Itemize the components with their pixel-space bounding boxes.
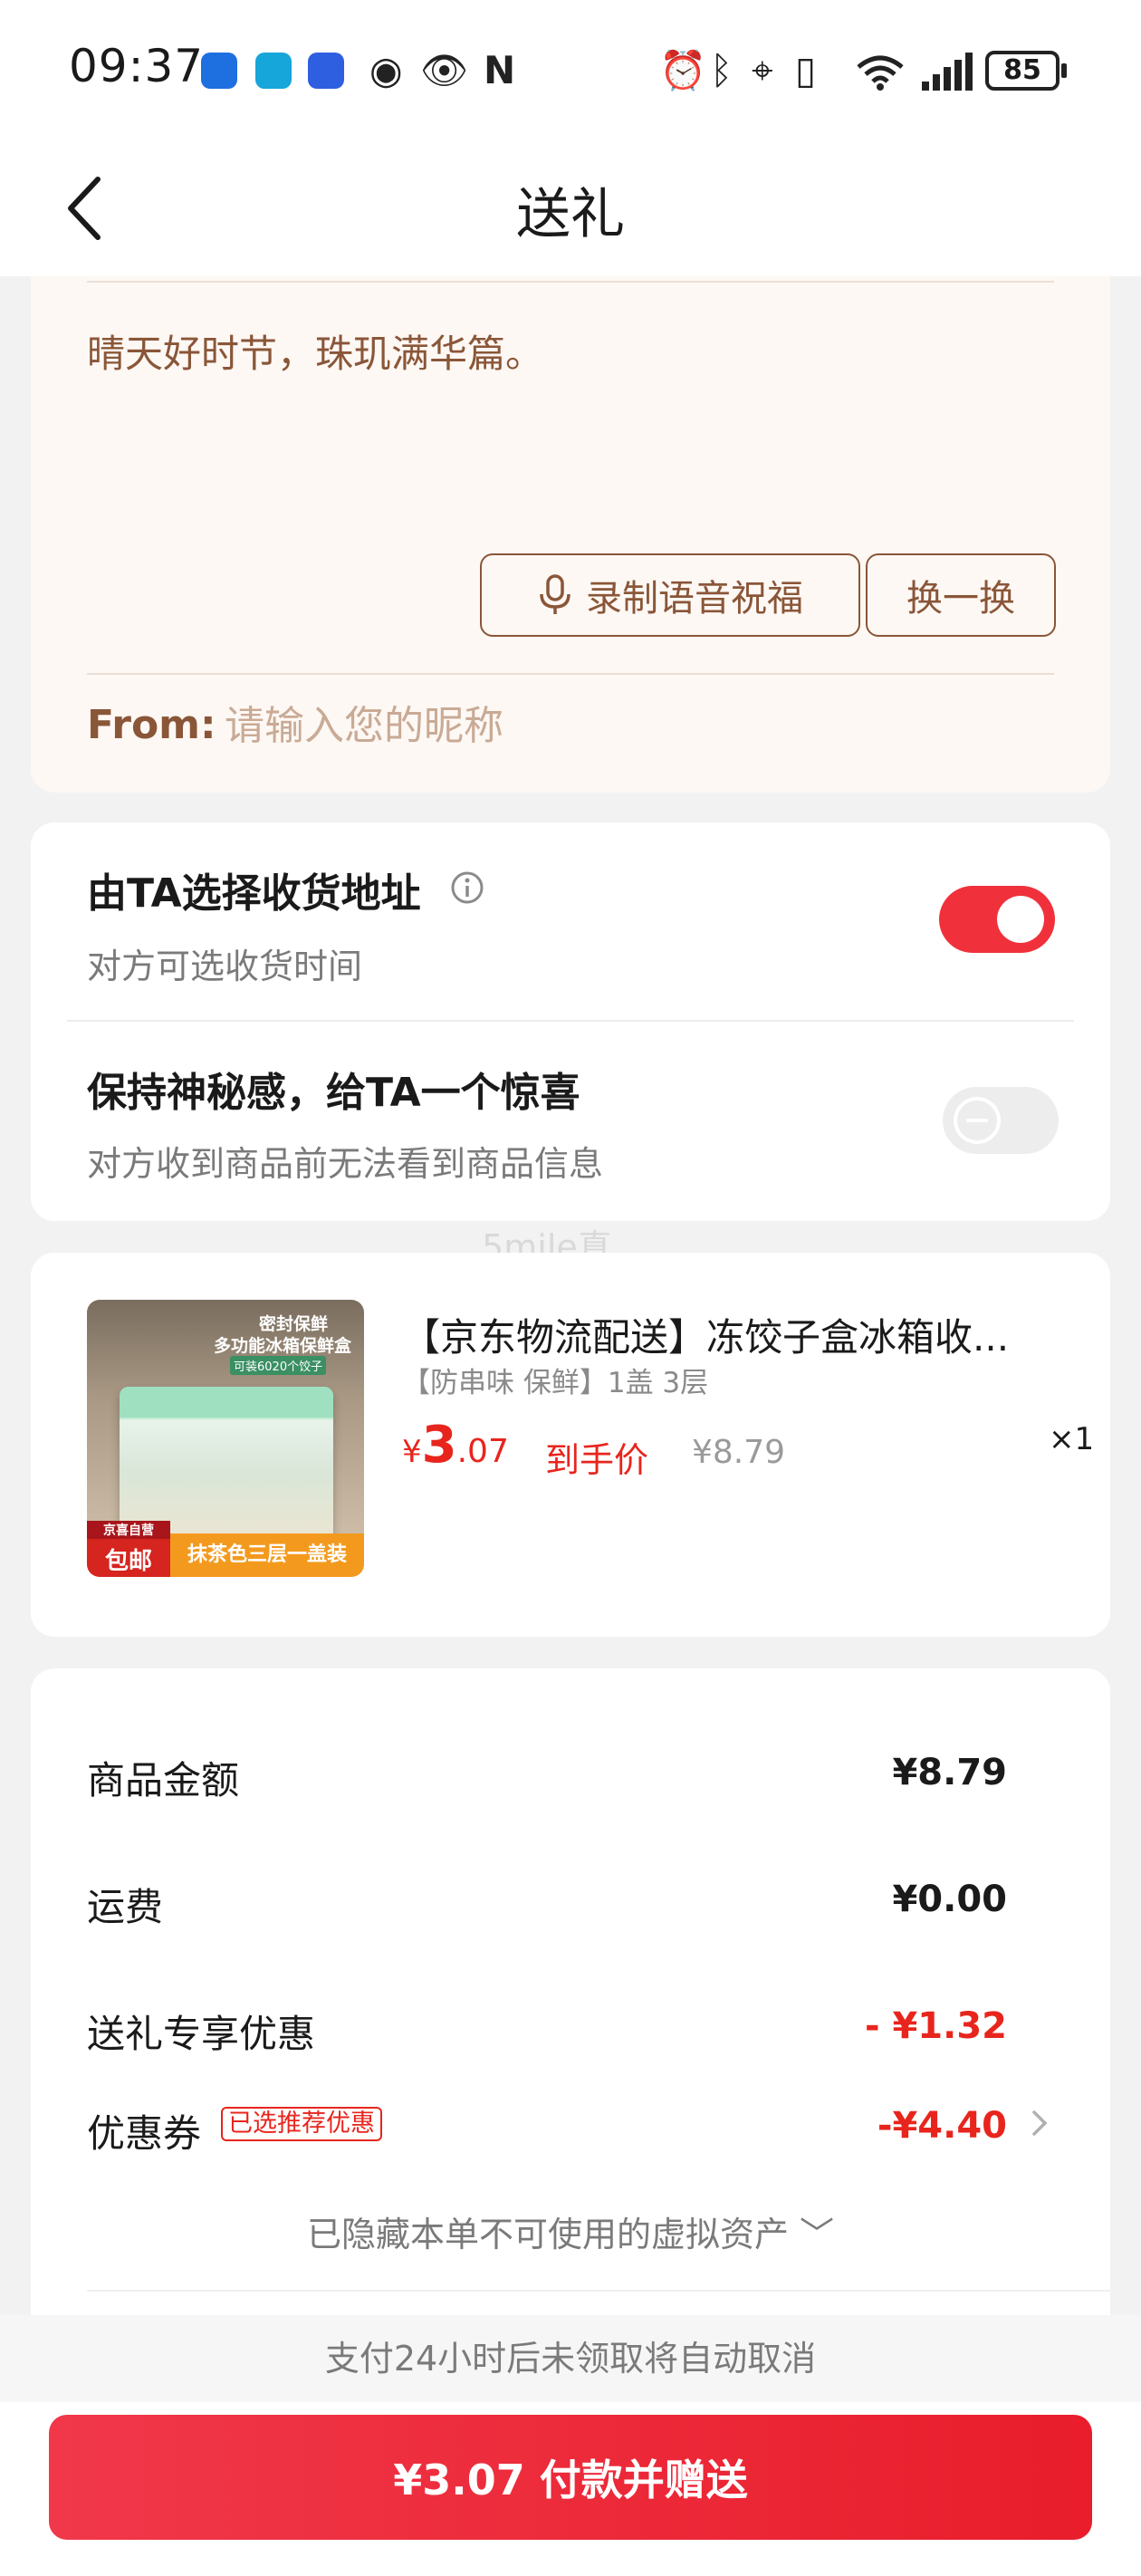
greeting-card: 晴天好时节，珠玑满华篇。 录制语音祝福 换一换 From: xyxy=(31,276,1110,793)
divider xyxy=(87,2290,1110,2292)
status-bar: 09:37 ◉ 👁 N ⏰ ᛒ ⌖ ▯ 85 xyxy=(0,0,1141,145)
n-icon: N xyxy=(484,48,516,92)
divider xyxy=(67,1020,1074,1022)
image-ribbon: 抹茶色三层一盖装 xyxy=(170,1533,364,1577)
eye-icon: 👁 xyxy=(420,48,469,92)
product-image[interactable]: 密封保鲜 多功能冰箱保鲜盒 可装6020个饺子 京喜自营 包邮 抹茶色三层一盖装 xyxy=(87,1300,364,1577)
final-price: ¥3.07 xyxy=(402,1416,509,1475)
container-graphic xyxy=(120,1387,333,1541)
wifi-icon xyxy=(857,55,904,91)
microphone-icon xyxy=(540,574,570,614)
shipping-value: ¥0.00 xyxy=(892,1879,1007,1920)
badge-text: 包邮 xyxy=(104,1548,152,1575)
mystery-option-title: 保持神秘感，给TA一个惊喜 xyxy=(87,1070,580,1116)
bottom-bar: 支付24小时后未领取将自动取消 ¥3.07 付款并赠送 xyxy=(0,2315,1141,2576)
price-integer: 3 xyxy=(421,1416,457,1475)
divider xyxy=(87,673,1054,675)
pay-and-gift-button[interactable]: ¥3.07 付款并赠送 xyxy=(49,2415,1092,2540)
price-summary-card: 商品金额 ¥8.79 运费 ¥0.00 送礼专享优惠 - ¥1.32 优惠券 已… xyxy=(31,1668,1110,2321)
badge-top-text: 京喜自营 xyxy=(87,1521,170,1539)
final-price-label: 到手价 xyxy=(545,1440,649,1480)
record-voice-label: 录制语音祝福 xyxy=(586,578,803,620)
address-option-subtitle: 对方可选收货时间 xyxy=(87,947,363,986)
gift-discount-value: - ¥1.32 xyxy=(864,2005,1007,2047)
app-blue-icon xyxy=(201,53,237,89)
nickname-input[interactable] xyxy=(225,698,858,753)
bluetooth-icon: ᛒ xyxy=(710,48,734,92)
mystery-toggle[interactable] xyxy=(943,1087,1059,1154)
mystery-option-subtitle: 对方收到商品前无法看到商品信息 xyxy=(87,1144,604,1184)
status-time: 09:37 xyxy=(69,40,205,92)
cancel-notice: 支付24小时后未领取将自动取消 xyxy=(0,2315,1141,2402)
image-text: 多功能冰箱保鲜盒 xyxy=(214,1336,352,1356)
free-shipping-badge: 京喜自营 包邮 xyxy=(87,1521,170,1577)
swap-message-button[interactable]: 换一换 xyxy=(866,553,1056,637)
signal-icon xyxy=(922,53,973,91)
record-voice-button[interactable]: 录制语音祝福 xyxy=(480,553,860,637)
toggle-knob xyxy=(997,896,1044,943)
from-label: From: xyxy=(87,702,216,748)
quantity: ×1 xyxy=(1049,1421,1095,1457)
toggle-knob xyxy=(954,1097,1001,1144)
goods-amount-label: 商品金额 xyxy=(87,1758,240,1802)
price-symbol: ¥ xyxy=(402,1434,422,1470)
address-option-title: 由TA选择收货地址 xyxy=(87,870,421,917)
gift-discount-label: 送礼专享优惠 xyxy=(87,2012,316,2056)
goods-amount-value: ¥8.79 xyxy=(892,1752,1007,1793)
image-text: 可装6020个饺子 xyxy=(230,1356,327,1375)
coupon-value[interactable]: -¥4.40 xyxy=(877,2105,1007,2147)
nfc-icon: ◉ xyxy=(369,48,403,92)
product-card[interactable]: 密封保鲜 多功能冰箱保鲜盒 可装6020个饺子 京喜自营 包邮 抹茶色三层一盖装… xyxy=(31,1253,1110,1637)
divider xyxy=(87,281,1054,283)
page-title: 送礼 xyxy=(516,183,625,246)
info-icon[interactable] xyxy=(449,870,485,906)
app-shield-icon xyxy=(308,53,344,89)
coupon-label[interactable]: 优惠券 xyxy=(87,2103,201,2158)
nav-bar: 送礼 xyxy=(0,145,1141,276)
gift-options-card: 由TA选择收货地址 对方可选收货时间 保持神秘感，给TA一个惊喜 对方收到商品前… xyxy=(31,822,1110,1221)
image-text: 密封保鲜 xyxy=(259,1314,329,1334)
product-spec: 【防串味 保鲜】1盖 3层 xyxy=(402,1367,709,1399)
original-price: ¥8.79 xyxy=(692,1434,786,1471)
alarm-icon: ⏰ xyxy=(659,48,707,92)
shipping-label: 运费 xyxy=(87,1885,164,1929)
chevron-right-icon[interactable] xyxy=(1029,2105,1050,2141)
app-teal-icon xyxy=(255,53,292,89)
coupon-recommended-tag: 已选推荐优惠 xyxy=(221,2107,382,2141)
battery-icon: 85 xyxy=(985,51,1067,91)
address-toggle[interactable] xyxy=(939,886,1055,953)
vibrate-icon: ▯ xyxy=(795,48,817,92)
price-decimal: .07 xyxy=(456,1433,509,1470)
location-icon: ⌖ xyxy=(752,48,773,92)
product-title[interactable]: 【京东物流配送】冻饺子盒冰箱收... xyxy=(402,1307,1063,1362)
hidden-assets-toggle[interactable]: 已隐藏本单不可使用的虚拟资产 ﹀ xyxy=(31,2206,1110,2256)
greeting-message[interactable]: 晴天好时节，珠玑满华篇。 xyxy=(87,323,543,379)
